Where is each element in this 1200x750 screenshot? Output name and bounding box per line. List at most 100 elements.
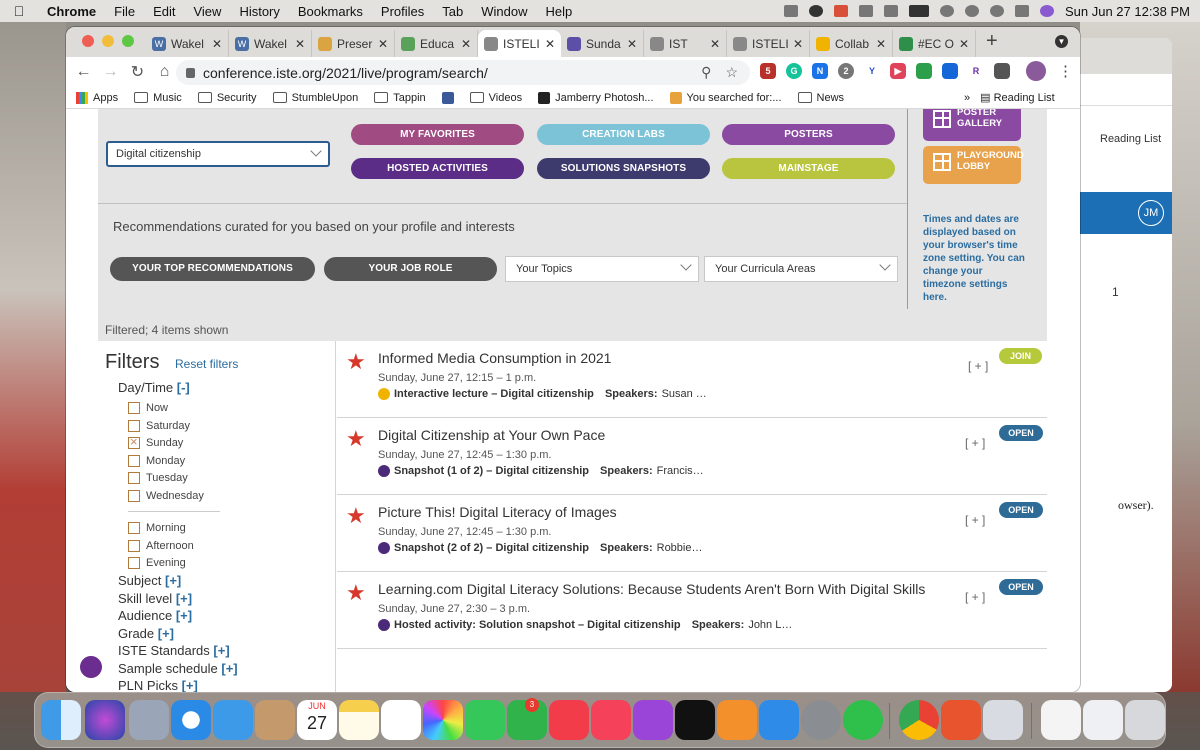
tab[interactable]: Sunda ✕: [561, 30, 644, 57]
menu-window[interactable]: Window: [472, 4, 536, 19]
back-icon[interactable]: ←: [70, 63, 97, 81]
finder-icon[interactable]: [41, 700, 81, 740]
tab[interactable]: ISTELI ✕: [727, 30, 810, 57]
bluetooth-icon[interactable]: [883, 5, 898, 17]
expand-toggle[interactable]: [+]: [182, 678, 198, 692]
extension-icon[interactable]: [916, 63, 932, 79]
menu-bookmarks[interactable]: Bookmarks: [289, 4, 372, 19]
spotlight-icon[interactable]: [989, 5, 1004, 17]
extensions-puzzle-icon[interactable]: [994, 63, 1010, 79]
bookmark-music[interactable]: Music: [134, 92, 182, 104]
expand-toggle[interactable]: [+]: [176, 608, 192, 623]
session-title[interactable]: Picture This! Digital Literacy of Images: [378, 504, 617, 520]
zoom-icon[interactable]: ⚲: [701, 64, 711, 81]
filter-option-wednesday[interactable]: Wednesday: [128, 489, 204, 502]
whatsapp-icon[interactable]: [843, 700, 883, 740]
filter-grade[interactable]: Grade [+]: [118, 626, 174, 641]
mail-icon[interactable]: [213, 700, 253, 740]
battery-icon[interactable]: [908, 5, 929, 17]
expand-toggle[interactable]: [+]: [158, 626, 174, 641]
collapse-toggle[interactable]: [-]: [177, 380, 190, 395]
app-store-icon[interactable]: [759, 700, 799, 740]
session-title[interactable]: Informed Media Consumption in 2021: [378, 350, 611, 366]
menu-history[interactable]: History: [230, 4, 288, 19]
expand-session-button[interactable]: [ + ]: [968, 359, 988, 373]
messages-icon[interactable]: [465, 700, 505, 740]
filter-subject[interactable]: Subject [+]: [118, 573, 181, 588]
control-center-icon[interactable]: [1014, 5, 1029, 17]
document-icon[interactable]: [1083, 700, 1123, 740]
close-tab-icon[interactable]: ✕: [793, 37, 803, 51]
music-icon[interactable]: [591, 700, 631, 740]
favorite-star-icon[interactable]: ★: [346, 426, 366, 452]
url-text[interactable]: conference.iste.org/2021/live/program/se…: [203, 65, 488, 81]
grammarly-icon[interactable]: G: [786, 63, 802, 79]
status-app-icon[interactable]: [833, 5, 848, 17]
close-tab-icon[interactable]: ✕: [212, 37, 222, 51]
minimize-window-button[interactable]: [102, 35, 114, 47]
poster-gallery-button[interactable]: POSTER GALLERY: [923, 109, 1021, 141]
solutions-snapshots-button[interactable]: SOLUTIONS SNAPSHOTS: [537, 158, 710, 179]
close-tab-icon[interactable]: ✕: [461, 37, 471, 51]
checkbox[interactable]: [128, 539, 140, 552]
chrome-icon[interactable]: [899, 700, 939, 740]
profile-avatar[interactable]: [1026, 61, 1046, 81]
tab[interactable]: W Wakel ✕: [146, 30, 229, 57]
expand-session-button[interactable]: [ + ]: [965, 436, 985, 450]
session-title[interactable]: Learning.com Digital Literacy Solutions:…: [378, 581, 925, 597]
bookmark-facebook[interactable]: [441, 91, 454, 104]
system-preferences-icon[interactable]: [801, 700, 841, 740]
chrome-menu-icon[interactable]: ⋮: [1058, 62, 1073, 80]
status-icon[interactable]: [783, 5, 798, 17]
session-item[interactable]: ★ Informed Media Consumption in 2021 Sunda…: [337, 341, 1047, 418]
my-favorites-button[interactable]: MY FAVORITES: [351, 124, 524, 145]
tab[interactable]: W Wakel ✕: [229, 30, 312, 57]
creation-labs-button[interactable]: CREATION LABS: [537, 124, 710, 145]
session-status-button[interactable]: JOIN: [999, 348, 1042, 364]
bookmark-news[interactable]: News: [797, 92, 844, 104]
tv-icon[interactable]: [675, 700, 715, 740]
checkbox[interactable]: [128, 454, 140, 467]
menu-tab[interactable]: Tab: [433, 4, 472, 19]
close-tab-icon[interactable]: ✕: [876, 37, 886, 51]
safari-icon[interactable]: [171, 700, 211, 740]
topic-select[interactable]: Digital citizenship: [106, 141, 330, 167]
extension-y-icon[interactable]: Y: [864, 63, 880, 79]
siri-dock-icon[interactable]: [85, 700, 125, 740]
siri-icon[interactable]: [1039, 5, 1054, 17]
bookmark-tappin[interactable]: Tappin: [374, 92, 426, 104]
menu-help[interactable]: Help: [537, 4, 582, 19]
menu-profiles[interactable]: Profiles: [372, 4, 433, 19]
filter-skill-level[interactable]: Skill level [+]: [118, 591, 192, 606]
new-tab-button[interactable]: +: [986, 30, 998, 53]
bookmark-apps[interactable]: Apps: [76, 91, 118, 104]
tab-search-icon[interactable]: ▼: [1055, 35, 1068, 48]
tab[interactable]: #EC O ✕: [893, 30, 976, 57]
zoom-window-button[interactable]: [122, 35, 134, 47]
news-icon[interactable]: [549, 700, 589, 740]
menu-file[interactable]: File: [105, 4, 144, 19]
expand-toggle[interactable]: [+]: [176, 591, 192, 606]
checkbox[interactable]: [128, 419, 140, 432]
launchpad-icon[interactable]: [129, 700, 169, 740]
session-item[interactable]: ★ Learning.com Digital Literacy Solutions…: [337, 572, 1047, 649]
filter-option-sunday[interactable]: Sunday: [128, 434, 183, 449]
favorite-star-icon[interactable]: ★: [346, 503, 366, 529]
wifi-icon[interactable]: [939, 5, 954, 17]
close-window-button[interactable]: [82, 35, 94, 47]
extension-icon[interactable]: ▶: [890, 63, 906, 79]
bookmark-search-result[interactable]: You searched for:...: [669, 91, 782, 104]
close-tab-icon[interactable]: ✕: [710, 37, 720, 51]
tab[interactable]: Preser ✕: [312, 30, 395, 57]
calendar-icon[interactable]: JUN 27: [297, 700, 337, 740]
extension-new-icon[interactable]: N: [812, 63, 828, 79]
favorite-star-icon[interactable]: ★: [346, 349, 366, 375]
books-icon[interactable]: [717, 700, 757, 740]
playground-lobby-button[interactable]: PLAYGROUND LOBBY: [923, 146, 1024, 184]
menu-clock[interactable]: Sun Jun 27 12:38 PM: [1065, 4, 1190, 19]
extension-icon[interactable]: 2: [838, 63, 854, 79]
reset-filters-link[interactable]: Reset filters: [175, 357, 238, 371]
session-status-button[interactable]: OPEN: [999, 425, 1043, 441]
curricula-dropdown[interactable]: Your Curricula Areas: [704, 256, 898, 282]
app-icon[interactable]: [941, 700, 981, 740]
